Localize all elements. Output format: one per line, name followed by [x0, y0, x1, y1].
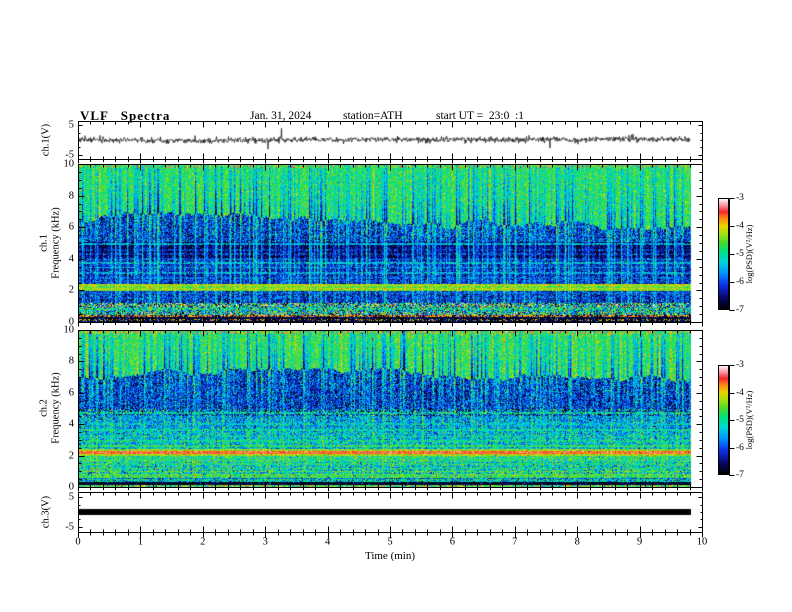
colorbar-2-tick-label: -5 [736, 415, 744, 425]
colorbar-2-tick-label: -6 [736, 442, 744, 453]
ch1-volt-tick-label: -5 [65, 149, 74, 161]
ch2-freq-tick-label: 2 [68, 450, 74, 462]
x-tick-label: 7 [512, 536, 518, 548]
ch1-frequency-axis-label-line2: Frequency (kHz) [50, 207, 61, 279]
ch1-frequency-axis-label: ch.1 Frequency (kHz) [39, 207, 62, 278]
colorbar-2-tick-label: -7 [736, 470, 744, 480]
colorbar-2-label: log(PSD)(V²/Hz) [744, 390, 754, 450]
x-tick-label: 0 [75, 536, 81, 548]
colorbar-1-tick-label: -5 [736, 249, 744, 259]
ch2-freq-tick-label: 10 [63, 324, 75, 336]
colorbar-1-tick-label: -3 [736, 193, 744, 203]
colorbar-2-tick-label: -3 [736, 360, 744, 370]
ch2-spectrogram-canvas [78, 330, 702, 487]
ch3-volt-tick-label: -5 [65, 521, 74, 533]
ch1-freq-tick-label: 4 [68, 253, 74, 265]
colorbar-1-label: log(PSD)(V²/Hz) [744, 224, 754, 284]
ch2-freq-tick-label: 4 [68, 418, 74, 430]
ch2-frequency-axis-label-line1: ch.2 [38, 399, 50, 417]
colorbar-2 [718, 365, 729, 475]
x-tick-label: 3 [262, 536, 268, 548]
x-tick-label: 10 [696, 536, 708, 548]
x-axis-label: Time (min) [364, 550, 416, 562]
ch1-voltage-trace-canvas [78, 121, 702, 159]
vlf-spectra-figure: VLF Spectra Jan. 31, 2024 station=ATH st… [0, 0, 792, 612]
x-tick-label: 5 [387, 536, 393, 548]
ch2-freq-tick-label: 6 [68, 387, 74, 399]
x-tick-label: 1 [137, 536, 144, 548]
ch2-frequency-axis-label: ch.2 Frequency (kHz) [39, 372, 62, 443]
ch3-voltage-trace-canvas [78, 492, 702, 532]
ch1-freq-tick-label: 2 [68, 284, 74, 296]
colorbar-1-tick-label: -6 [736, 277, 744, 287]
ch1-spectrogram-canvas [78, 164, 702, 322]
x-tick-label: 6 [449, 536, 456, 548]
x-tick-label: 2 [200, 536, 206, 548]
ch1-volt-tick-label: 5 [68, 119, 74, 131]
x-tick-label: 8 [574, 536, 580, 548]
ch3-voltage-axis-label: ch.3(V) [40, 495, 52, 529]
ch1-freq-tick-label: 8 [68, 190, 74, 202]
x-tick-label: 9 [636, 536, 643, 548]
ch1-voltage-axis-label: ch.1(V) [40, 123, 52, 157]
ch1-frequency-axis-label-line1: ch.1 [38, 234, 50, 252]
ch1-freq-tick-label: 6 [68, 221, 74, 233]
ch3-volt-tick-label: 5 [68, 491, 74, 503]
colorbar-1-tick-label: -7 [736, 305, 744, 315]
ch2-freq-tick-label: 8 [68, 355, 74, 367]
colorbar-2-tick-label: -4 [736, 387, 744, 398]
colorbar-1-tick-label: -4 [736, 221, 744, 231]
colorbar-1 [718, 198, 729, 310]
x-tick-label: 4 [324, 536, 331, 548]
ch2-frequency-axis-label-line2: Frequency (kHz) [50, 372, 61, 444]
